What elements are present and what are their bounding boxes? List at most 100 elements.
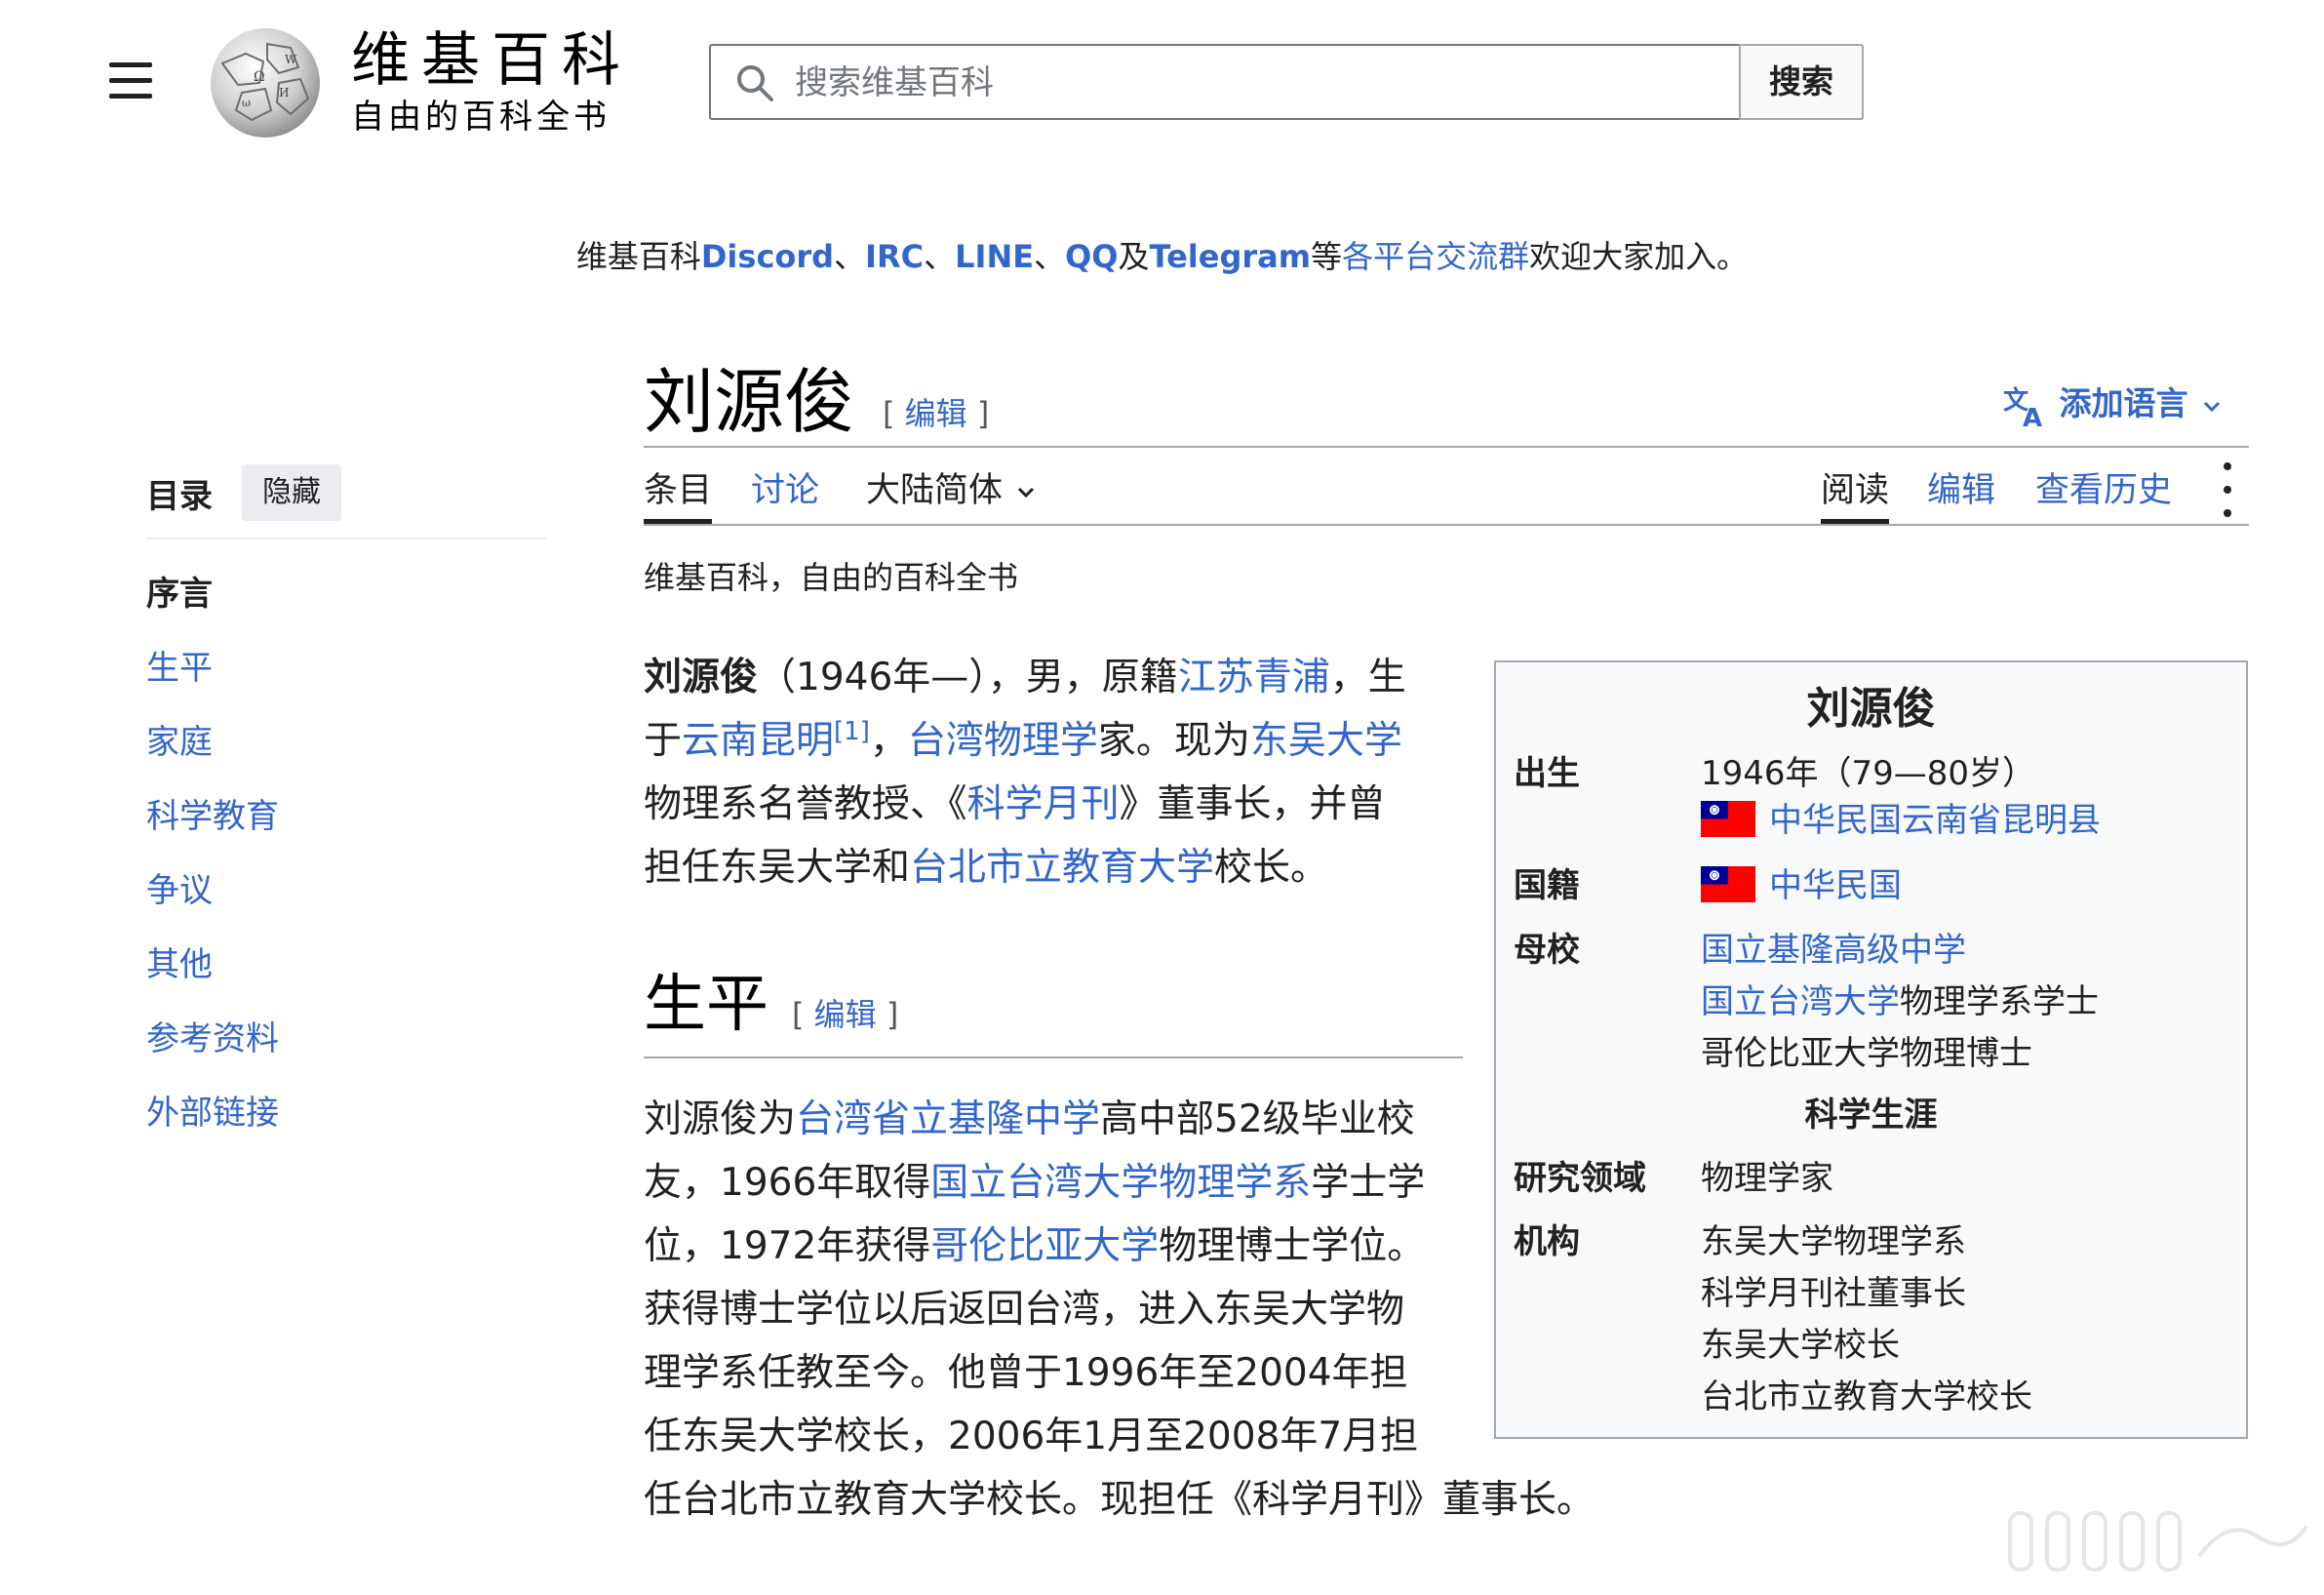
site-wordmark[interactable]: 维基百科	[351, 23, 632, 98]
section-divider	[644, 1057, 1463, 1058]
toc-title: 目录	[146, 477, 213, 516]
columbia-university-link[interactable]: 哥伦比亚大学	[930, 1224, 1159, 1268]
taipei-education-university-link[interactable]: 台北市立教育大学	[910, 846, 1214, 890]
toc-item-life[interactable]: 生平	[146, 644, 213, 693]
tab-article[interactable]: 条目	[644, 466, 712, 515]
svg-text:ω: ω	[242, 97, 251, 109]
tab-read[interactable]: 阅读	[1821, 466, 1889, 515]
search-box[interactable]	[709, 44, 1741, 120]
toc-item-external-links[interactable]: 外部链接	[146, 1089, 279, 1137]
title-divider	[644, 446, 2249, 448]
infobox-nationality-value: 中华民国	[1701, 864, 1902, 907]
nationality-link[interactable]: 中华民国	[1769, 866, 1902, 905]
taiwan-physics-link[interactable]: 台湾物理学	[908, 719, 1098, 763]
life-paragraph: 刘源俊为台湾省立基隆中学高中部52级毕业校 友，1966年取得国立台湾大学物理学…	[644, 1088, 1595, 1532]
text: 物理博士学位。	[1159, 1224, 1426, 1268]
discord-link[interactable]: Discord	[701, 238, 834, 275]
site-tagline: 自由的百科全书	[351, 98, 611, 137]
infobox-alma-label: 母校	[1514, 931, 1580, 970]
infobox-title: 刘源俊	[1806, 684, 1936, 734]
toc-hide-button[interactable]: 隐藏	[242, 464, 341, 521]
text: 校长。	[1214, 846, 1329, 890]
main-menu-button[interactable]	[105, 59, 156, 103]
alma-ntu-link[interactable]: 国立台湾大学	[1701, 982, 1900, 1021]
lead-line: 刘源俊（1946年—），男，原籍江苏青浦，生	[644, 646, 1406, 709]
science-monthly-link[interactable]: 科学月刊	[967, 782, 1120, 826]
toc-item-references[interactable]: 参考资料	[146, 1015, 279, 1063]
infobox-born-label: 出生	[1514, 754, 1580, 793]
infobox-institution-3: 东吴大学校长	[1701, 1326, 1900, 1365]
bracket: [	[883, 395, 895, 432]
text: 刘源俊为	[644, 1097, 797, 1141]
menu-bar	[109, 78, 152, 83]
menu-bar	[109, 94, 152, 99]
text: 位，1972年获得	[644, 1224, 931, 1268]
section-edit-link[interactable]: 编辑	[814, 996, 877, 1033]
toc-item-science-education[interactable]: 科学教育	[146, 792, 279, 841]
bracket: ]	[886, 996, 899, 1033]
telegram-link[interactable]: Telegram	[1150, 238, 1312, 275]
roc-flag-icon	[1701, 801, 1755, 837]
ntu-physics-link[interactable]: 国立台湾大学物理学系	[930, 1161, 1311, 1205]
add-languages-button[interactable]: 文 A 添加语言	[2003, 375, 2225, 433]
infobox-institution-label: 机构	[1514, 1222, 1580, 1261]
tab-language-variant[interactable]: 大陆简体	[866, 466, 1039, 515]
infobox-institution-1: 东吴大学物理学系	[1701, 1222, 1966, 1261]
life-line: 任台北市立教育大学校长。现担任《科学月刊》董事长。	[644, 1478, 1595, 1522]
irc-link[interactable]: IRC	[865, 238, 924, 275]
tab-edit[interactable]: 编辑	[1927, 466, 1995, 515]
dot	[2224, 486, 2231, 494]
site-notice: 维基百科Discord、IRC、LINE、QQ及Telegram等各平台交流群欢…	[0, 234, 2324, 279]
scroll-indicator-icon	[2008, 1511, 2308, 1572]
chevron-down-icon	[2203, 401, 2221, 412]
toc-item-family[interactable]: 家庭	[146, 718, 213, 767]
life-line: 任东吴大学校长，2006年1月至2008年7月担	[644, 1415, 1419, 1458]
menu-bar	[109, 62, 152, 67]
infobox: 刘源俊 出生 1946年（79—80岁） 中华民国云南省昆明县 国籍 中华民国 …	[1494, 660, 2248, 1439]
text: 高中部52级毕业校	[1100, 1097, 1415, 1141]
life-line: 位，1972年获得哥伦比亚大学物理博士学位。	[644, 1215, 1595, 1278]
soochow-university-link[interactable]: 东吴大学	[1250, 719, 1402, 763]
search-input[interactable]	[793, 56, 1713, 110]
infobox-field-value: 物理学家	[1701, 1159, 1833, 1198]
title-edit-link[interactable]: 编辑	[905, 395, 967, 432]
search-icon	[737, 65, 773, 101]
jiangsu-qingpu-link[interactable]: 江苏青浦	[1178, 656, 1330, 699]
lead-line: 于云南昆明[1]，台湾物理学家。现为东吴大学	[644, 709, 1406, 773]
text: 担任东吴大学和	[644, 846, 911, 890]
more-actions-icon[interactable]	[2216, 459, 2239, 521]
life-line: 理学系任教至今。他曾于1996年至2004年担	[644, 1351, 1408, 1395]
infobox-alma-2: 国立台湾大学物理学系学士	[1701, 980, 2099, 1023]
infobox-institution-4: 台北市立教育大学校长	[1701, 1377, 2032, 1416]
toc-item-controversy[interactable]: 争议	[146, 866, 213, 915]
lead-paragraph: 刘源俊（1946年—），男，原籍江苏青浦，生 于云南昆明[1]，台湾物理学家。现…	[644, 646, 1406, 899]
search-button[interactable]: 搜索	[1739, 44, 1864, 120]
infobox-alma-3: 哥伦比亚大学物理博士	[1701, 1034, 2032, 1073]
tab-talk[interactable]: 讨论	[751, 466, 819, 515]
dot	[2224, 462, 2231, 470]
groups-link[interactable]: 各平台交流群	[1342, 238, 1529, 275]
tab-history[interactable]: 查看历史	[2035, 466, 2172, 515]
toc-item-intro[interactable]: 序言	[146, 570, 213, 618]
qq-link[interactable]: QQ	[1065, 238, 1118, 275]
add-languages-label: 添加语言	[2059, 384, 2188, 422]
title-edit-section: [ 编辑 ]	[883, 392, 989, 435]
infobox-section-career: 科学生涯	[1804, 1096, 1938, 1135]
alma-keelung-link[interactable]: 国立基隆高级中学	[1701, 929, 1966, 972]
notice-text: 维基百科	[575, 238, 701, 275]
bracket: ]	[976, 395, 990, 432]
keelung-high-school-link[interactable]: 台湾省立基隆中学	[796, 1097, 1100, 1141]
infobox-born-place: 中华民国云南省昆明县	[1701, 799, 2101, 842]
line-link[interactable]: LINE	[955, 238, 1034, 275]
reference-1-link[interactable]: [1]	[834, 717, 870, 746]
text: 》董事长，并曾	[1119, 782, 1386, 826]
toc-item-other[interactable]: 其他	[146, 940, 213, 989]
lead-line: 担任东吴大学和台北市立教育大学校长。	[644, 836, 1406, 899]
bracket: [	[792, 996, 805, 1033]
born-place-link[interactable]: 中华民国云南省昆明县	[1769, 801, 2101, 840]
text: 物理系名誉教授、《	[644, 782, 967, 826]
infobox-nationality-label: 国籍	[1514, 866, 1580, 905]
kunming-link[interactable]: 云南昆明	[682, 719, 834, 763]
wikipedia-globe-logo[interactable]: Ω W И ω	[203, 24, 328, 140]
text: 家。现为	[1097, 719, 1250, 763]
